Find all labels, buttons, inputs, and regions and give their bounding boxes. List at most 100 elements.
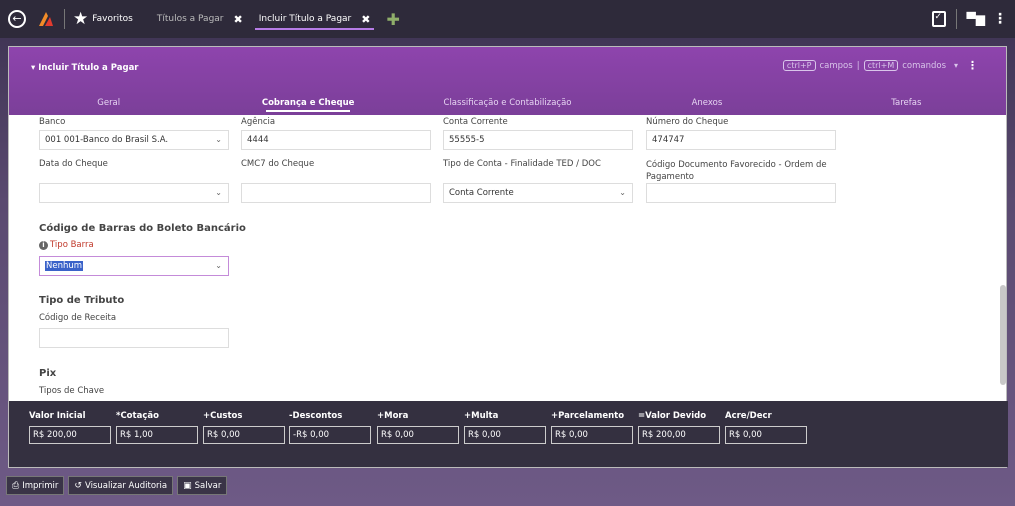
tipo-barra-label: i Tipo Barra	[39, 240, 94, 250]
save-button[interactable]: ▣ Salvar	[177, 476, 228, 495]
agencia-field[interactable]: 4444	[241, 130, 431, 150]
chat-icon[interactable]: ▀▆	[967, 12, 985, 26]
panel-header: ▾ Incluir Título a Pagar ctrl+P campos |…	[9, 47, 1006, 115]
chevron-down-icon: ⌄	[215, 135, 222, 144]
tab-incluir-titulo-a-pagar[interactable]: Incluir Título a Pagar ✖	[251, 0, 379, 38]
cod-doc-field[interactable]	[646, 183, 836, 203]
tipos-chave-label: Tipos de Chave	[39, 386, 105, 396]
agencia-label: Agência	[241, 117, 276, 127]
form-content: Banco 001 001-Banco do Brasil S.A. ⌄ Agê…	[9, 115, 1008, 401]
audit-label: Visualizar Auditoria	[84, 480, 168, 491]
data-cheque-label: Data do Cheque	[39, 159, 108, 169]
cod-doc-label: Código Documento Favorecido - Ordem de P…	[646, 160, 827, 182]
chevron-down-icon: ⌄	[215, 188, 222, 197]
cmc7-label: CMC7 do Cheque	[241, 159, 315, 169]
save-label: Salvar	[194, 480, 222, 491]
banco-value: 001 001-Banco do Brasil S.A.	[45, 135, 169, 145]
save-icon: ▣	[183, 480, 192, 491]
mora-field[interactable]: R$ 0,00	[377, 426, 459, 444]
tipo-barra-text: Tipo Barra	[50, 240, 94, 250]
parcelamento-label: +Parcelamento	[551, 411, 625, 421]
tab-label: Títulos a Pagar	[156, 14, 224, 24]
info-icon: i	[39, 241, 48, 250]
valor-devido-field[interactable]: R$ 200,00	[638, 426, 720, 444]
barcode-section-title: Código de Barras do Boleto Bancário	[39, 223, 246, 234]
valor-inicial-label: Valor Inicial	[29, 411, 86, 421]
tab-titulos-a-pagar[interactable]: Títulos a Pagar ✖	[149, 0, 251, 38]
shortcut-label: campos	[819, 60, 853, 71]
chevron-down-icon[interactable]: ▾	[954, 61, 958, 70]
chevron-down-icon: ⌄	[619, 188, 626, 197]
cod-receita-label: Código de Receita	[39, 313, 117, 323]
cmc7-field[interactable]	[241, 183, 431, 203]
shortcut-key: ctrl+P	[782, 60, 816, 71]
custos-label: +Custos	[203, 411, 243, 421]
valor-devido-label: =Valor Devido	[638, 411, 707, 421]
panel-title[interactable]: ▾ Incluir Título a Pagar	[31, 63, 139, 73]
print-button[interactable]: ⎙ Imprimir	[6, 476, 65, 495]
scrollbar[interactable]	[1000, 285, 1006, 385]
add-tab-icon[interactable]: ✚	[386, 10, 399, 29]
descontos-label: -Descontos	[289, 411, 343, 421]
app-logo-icon[interactable]	[36, 9, 56, 29]
tributo-section-title: Tipo de Tributo	[39, 295, 125, 306]
cheque-label: Número do Cheque	[646, 117, 729, 127]
conta-value: 55555-5	[449, 135, 485, 145]
pix-section-title: Pix	[39, 368, 57, 379]
subtabs: Geral Cobrança e Cheque Classificação e …	[9, 91, 1006, 115]
data-cheque-select[interactable]: ⌄	[39, 183, 229, 203]
close-icon[interactable]: ✖	[361, 13, 370, 26]
multa-label: +Multa	[464, 411, 499, 421]
cotacao-field[interactable]: R$ 1,00	[116, 426, 198, 444]
mora-label: +Mora	[377, 411, 409, 421]
more-options-icon[interactable]: ⋮	[993, 11, 1007, 27]
parcelamento-field[interactable]: R$ 0,00	[551, 426, 633, 444]
top-bar: ← ★ Favoritos Títulos a Pagar ✖ Incluir …	[0, 0, 1015, 38]
acre-decr-field[interactable]: R$ 0,00	[725, 426, 807, 444]
tipo-conta-select[interactable]: Conta Corrente ⌄	[443, 183, 633, 203]
shortcuts-hint: ctrl+P campos | ctrl+M comandos	[782, 60, 946, 71]
tipo-barra-select[interactable]: Nenhum ⌄	[39, 256, 229, 276]
conta-field[interactable]: 55555-5	[443, 130, 633, 150]
clipboard-check-icon[interactable]	[931, 11, 946, 27]
agencia-value: 4444	[247, 135, 269, 145]
close-icon[interactable]: ✖	[234, 13, 243, 26]
totals-bar: Valor Inicial R$ 200,00 *Cotação R$ 1,00…	[9, 401, 1008, 467]
tab-geral[interactable]: Geral	[9, 91, 208, 115]
acre-decr-label: Acre/Decr	[725, 411, 772, 421]
main-panel: ▾ Incluir Título a Pagar ctrl+P campos |…	[8, 46, 1008, 468]
divider	[64, 9, 65, 29]
tab-cobranca-cheque[interactable]: Cobrança e Cheque	[208, 91, 407, 115]
multa-field[interactable]: R$ 0,00	[464, 426, 546, 444]
panel-menu-icon[interactable]: ⋮	[967, 59, 978, 72]
custos-field[interactable]: R$ 0,00	[203, 426, 285, 444]
tab-classificacao[interactable]: Classificação e Contabilização	[408, 91, 607, 115]
banco-select[interactable]: 001 001-Banco do Brasil S.A. ⌄	[39, 130, 229, 150]
tab-label: Incluir Título a Pagar	[258, 14, 352, 24]
history-icon: ↺	[74, 480, 82, 491]
cod-receita-field[interactable]	[39, 328, 229, 348]
descontos-field[interactable]: -R$ 0,00	[289, 426, 371, 444]
tab-anexos[interactable]: Anexos	[607, 91, 806, 115]
shortcut-separator: |	[856, 60, 860, 71]
favorites-label[interactable]: Favoritos	[92, 14, 133, 24]
chevron-down-icon: ⌄	[215, 261, 222, 270]
shortcut-key: ctrl+M	[863, 60, 899, 71]
shortcut-label: comandos	[902, 60, 946, 71]
tipo-conta-label: Tipo de Conta - Finalidade TED / DOC	[443, 159, 601, 169]
tab-tarefas[interactable]: Tarefas	[807, 91, 1006, 115]
banco-label: Banco	[39, 117, 66, 127]
cheque-field[interactable]: 474747	[646, 130, 836, 150]
print-label: Imprimir	[22, 480, 59, 491]
cotacao-label: *Cotação	[116, 411, 159, 421]
action-bar: ⎙ Imprimir ↺ Visualizar Auditoria ▣ Salv…	[6, 476, 228, 495]
star-icon[interactable]: ★	[73, 9, 88, 29]
back-arrow-icon[interactable]: ←	[8, 10, 26, 28]
valor-inicial-field[interactable]: R$ 200,00	[29, 426, 111, 444]
audit-button[interactable]: ↺ Visualizar Auditoria	[68, 476, 174, 495]
printer-icon: ⎙	[12, 480, 20, 491]
cheque-value: 474747	[652, 135, 685, 145]
conta-label: Conta Corrente	[443, 117, 508, 127]
tipo-conta-value: Conta Corrente	[449, 188, 514, 198]
divider	[955, 9, 957, 29]
